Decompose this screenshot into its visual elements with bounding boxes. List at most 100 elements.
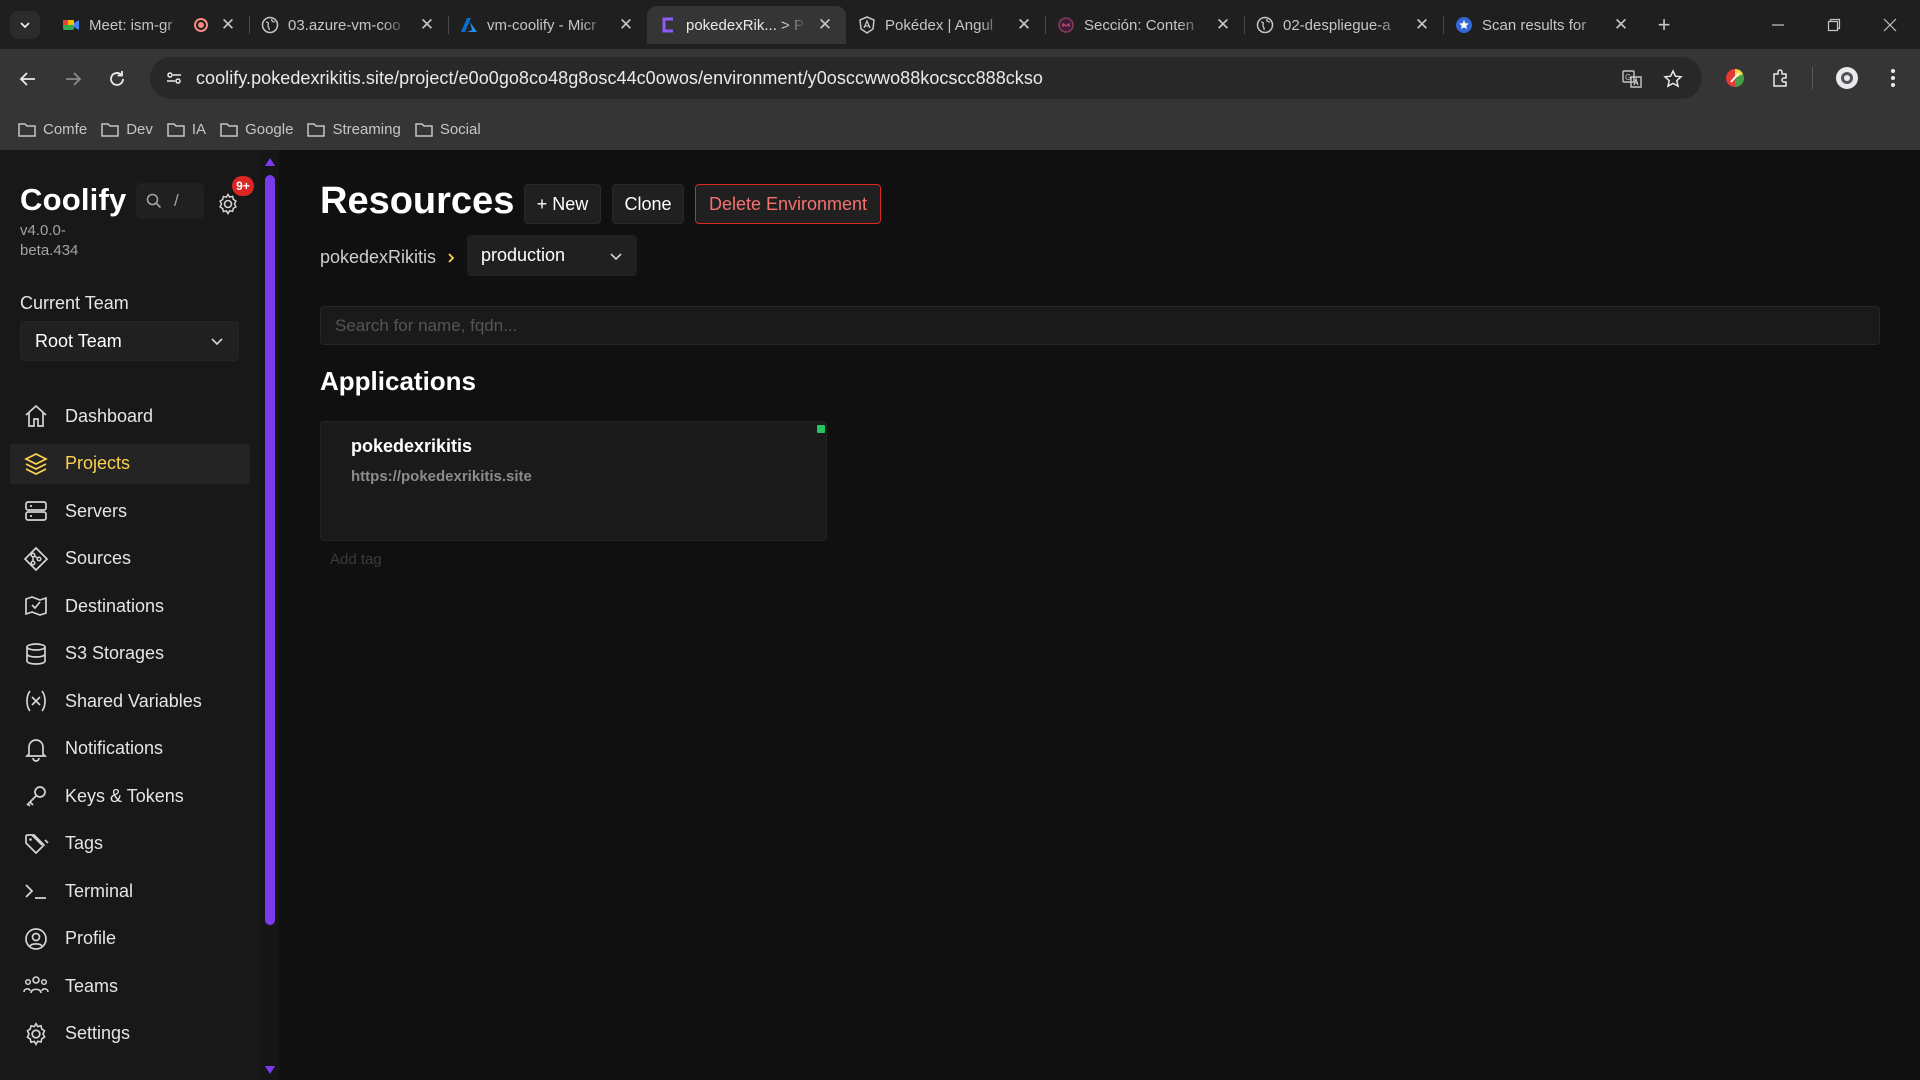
sidebar-item-dashboard[interactable]: Dashboard bbox=[10, 396, 250, 436]
sidebar-item-s3-storages[interactable]: S3 Storages bbox=[10, 634, 250, 674]
sidebar-item-shared-variables[interactable]: Shared Variables bbox=[10, 681, 250, 721]
browser-tab[interactable]: vm-coolify - Micr ✕ bbox=[448, 6, 647, 44]
browser-menu-button[interactable] bbox=[1880, 65, 1906, 91]
scroll-up-arrow[interactable] bbox=[265, 158, 275, 166]
main-content: Resources + New Clone Delete Environment… bbox=[279, 150, 1920, 1080]
clone-button[interactable]: Clone bbox=[612, 184, 684, 224]
bookmark-label: Social bbox=[439, 121, 481, 138]
add-tag-link[interactable]: Add tag bbox=[330, 551, 382, 568]
close-icon[interactable]: ✕ bbox=[1015, 15, 1033, 34]
sidebar-item-teams[interactable]: Teams bbox=[10, 966, 250, 1006]
environment-select-value: production bbox=[481, 245, 566, 265]
close-icon[interactable]: ✕ bbox=[1214, 15, 1232, 34]
back-button[interactable] bbox=[14, 65, 42, 93]
sidebar-item-label: Teams bbox=[65, 975, 119, 996]
bookmark-folder[interactable]: Streaming bbox=[303, 116, 410, 144]
key-icon bbox=[22, 782, 50, 810]
close-icon[interactable]: ✕ bbox=[617, 15, 635, 34]
close-icon bbox=[1883, 18, 1897, 31]
new-resource-button[interactable]: + New bbox=[524, 184, 601, 224]
scroll-down-arrow[interactable] bbox=[265, 1066, 275, 1074]
application-url[interactable]: https://pokedexrikitis.site bbox=[351, 468, 532, 485]
sidebar-item-terminal[interactable]: Terminal bbox=[10, 871, 250, 911]
tab-title: vm-coolify - Micr bbox=[487, 16, 597, 34]
new-tab-button[interactable]: + bbox=[1651, 12, 1677, 38]
google-meet-icon bbox=[62, 16, 80, 34]
bookmark-folder[interactable]: Google bbox=[216, 116, 303, 144]
minimize-button[interactable] bbox=[1750, 0, 1806, 49]
url-text: coolify.pokedexrikitis.site/project/e0o0… bbox=[196, 68, 1043, 88]
svg-text:G: G bbox=[1625, 73, 1631, 82]
profile-avatar-icon[interactable] bbox=[1834, 65, 1860, 91]
browser-tab[interactable]: Pokédex | Angul ✕ bbox=[846, 6, 1045, 44]
team-select[interactable]: Root Team bbox=[20, 321, 239, 361]
translate-icon[interactable]: G bbox=[1621, 68, 1643, 90]
search-icon bbox=[146, 193, 162, 209]
sidebar-item-label: Profile bbox=[65, 928, 117, 948]
sidebar-item-destinations[interactable]: Destinations bbox=[10, 586, 250, 626]
brand-logo[interactable]: Coolify bbox=[20, 182, 126, 218]
recording-icon bbox=[194, 18, 208, 32]
environment-select[interactable]: production bbox=[467, 235, 637, 276]
close-icon[interactable]: ✕ bbox=[1413, 15, 1431, 34]
sidebar: Coolify v4.0.0-beta.434 / 9+ Current Tea… bbox=[0, 150, 261, 1080]
sidebar-item-label: Servers bbox=[65, 500, 128, 521]
tab-title: Scan results for bbox=[1482, 16, 1587, 34]
restore-button[interactable] bbox=[1806, 0, 1862, 49]
close-icon[interactable]: ✕ bbox=[816, 15, 834, 34]
close-window-button[interactable] bbox=[1862, 0, 1918, 49]
folder-icon bbox=[18, 122, 36, 137]
scrollbar-thumb[interactable] bbox=[265, 175, 275, 925]
git-branch-icon bbox=[22, 545, 50, 573]
close-icon[interactable]: ✕ bbox=[418, 15, 436, 34]
scan-icon bbox=[1455, 16, 1473, 34]
browser-tab-active[interactable]: pokedexRik... > P ✕ bbox=[647, 6, 846, 44]
gear-icon bbox=[219, 193, 237, 215]
application-card[interactable]: pokedexrikitis https://pokedexrikitis.si… bbox=[320, 421, 827, 541]
extensions-puzzle-icon[interactable] bbox=[1768, 65, 1794, 91]
tab-search-button[interactable] bbox=[10, 11, 40, 39]
sidebar-item-tags[interactable]: Tags bbox=[10, 824, 250, 864]
browser-tab[interactable]: Sección: Conten ✕ bbox=[1045, 6, 1244, 44]
sidebar-item-settings[interactable]: Settings bbox=[10, 1014, 250, 1054]
bookmark-folder[interactable]: IA bbox=[163, 116, 216, 144]
resource-search-input[interactable] bbox=[320, 306, 1880, 345]
sidebar-item-projects[interactable]: Projects bbox=[10, 443, 250, 484]
settings-notifications-button[interactable] bbox=[216, 192, 240, 216]
sidebar-item-notifications[interactable]: Notifications bbox=[10, 729, 250, 769]
extension-colorful-icon[interactable] bbox=[1722, 65, 1748, 91]
close-icon[interactable]: ✕ bbox=[1612, 15, 1630, 34]
bookmark-folder[interactable]: Dev bbox=[97, 116, 163, 144]
chevron-down-icon bbox=[610, 252, 622, 260]
close-icon[interactable]: ✕ bbox=[219, 15, 237, 34]
bookmark-folder[interactable]: Social bbox=[411, 116, 491, 144]
browser-tab[interactable]: 02-despliegue-a ✕ bbox=[1244, 6, 1443, 44]
restore-icon bbox=[1827, 18, 1841, 31]
sidebar-item-label: Destinations bbox=[65, 595, 165, 616]
sidebar-item-label: Sources bbox=[65, 548, 132, 568]
browser-tab[interactable]: Scan results for ✕ bbox=[1443, 6, 1642, 44]
browser-tab[interactable]: Meet: ism-gr ✕ bbox=[50, 6, 249, 44]
global-search-button[interactable]: / bbox=[136, 183, 204, 219]
forward-button[interactable] bbox=[59, 65, 87, 93]
site-info-icon[interactable] bbox=[162, 66, 186, 90]
browser-toolbar: coolify.pokedexrikitis.site/project/e0o0… bbox=[0, 49, 1920, 109]
sidebar-item-keys-tokens[interactable]: Keys & Tokens bbox=[10, 776, 250, 816]
breadcrumb-project[interactable]: pokedexRikitis bbox=[320, 247, 436, 268]
delete-environment-button[interactable]: Delete Environment bbox=[695, 184, 881, 224]
arrow-right-icon bbox=[66, 72, 82, 86]
sidebar-item-sources[interactable]: Sources bbox=[10, 539, 250, 579]
application-name: pokedexrikitis bbox=[351, 436, 473, 456]
bookmark-folder[interactable]: Comfe bbox=[14, 116, 97, 144]
chevron-right-icon bbox=[448, 252, 455, 263]
browser-tab[interactable]: 03.azure-vm-coo ✕ bbox=[249, 6, 448, 44]
sidebar-item-profile[interactable]: Profile bbox=[10, 919, 250, 959]
reload-button[interactable] bbox=[103, 65, 131, 93]
tab-title: 02-despliegue-a bbox=[1283, 16, 1391, 34]
address-bar[interactable]: coolify.pokedexrikitis.site/project/e0o0… bbox=[150, 57, 1702, 99]
bookmark-label: Google bbox=[245, 121, 294, 138]
sidebar-item-label: Notifications bbox=[65, 738, 164, 758]
bookmark-star-icon[interactable] bbox=[1662, 68, 1684, 90]
sidebar-scrollbar[interactable] bbox=[261, 150, 279, 1080]
sidebar-item-servers[interactable]: Servers bbox=[10, 491, 250, 531]
